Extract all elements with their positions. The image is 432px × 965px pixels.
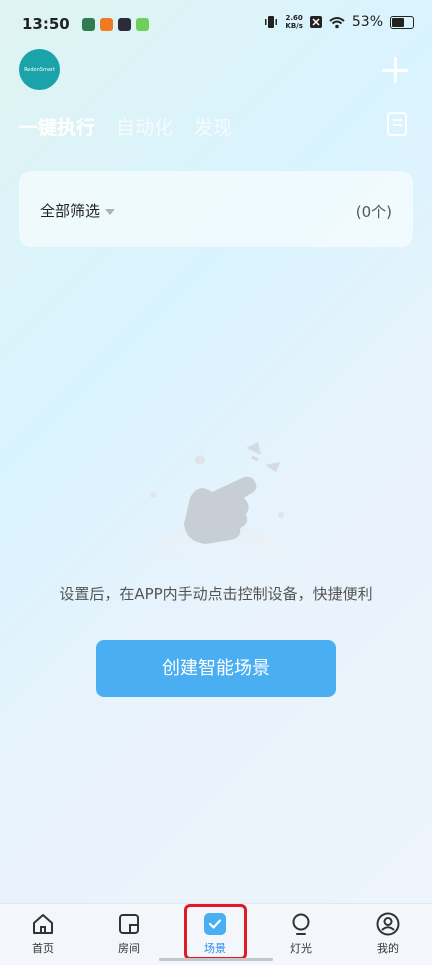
nav-profile-label: 我的	[377, 942, 399, 955]
battery-percent: 53%	[351, 14, 383, 30]
highlight-box	[184, 904, 247, 960]
log-document-icon[interactable]	[387, 112, 407, 136]
brand-logo[interactable]: RedonSmart	[19, 49, 60, 90]
tap-hand-illustration	[130, 442, 302, 565]
vibrate-icon	[265, 16, 278, 28]
nav-home[interactable]: 首页	[13, 912, 73, 956]
filter-card: 全部筛选 (0个)	[19, 171, 413, 247]
status-bar: 13:50 2.60 KB/s 53%	[0, 0, 432, 50]
filter-label: 全部筛选	[40, 202, 101, 220]
nav-light[interactable]: 灯光	[271, 912, 331, 956]
orange-app-icon	[100, 18, 113, 31]
leaf-app-icon	[82, 18, 95, 31]
create-scene-button[interactable]: 创建智能场景	[96, 640, 336, 697]
network-speed-unit: KB/s	[285, 22, 303, 30]
room-icon	[119, 914, 139, 934]
play-app-icon	[118, 18, 131, 31]
tab-automation[interactable]: 自动化	[116, 113, 173, 140]
bulb-icon	[292, 913, 310, 935]
status-time: 13:50	[22, 15, 70, 33]
x-app-icon	[309, 16, 322, 28]
empty-state-message: 设置后，在APP内手动点击控制设备，快捷便利	[59, 585, 373, 603]
add-button[interactable]	[382, 57, 408, 83]
network-speed: 2.60 KB/s	[285, 14, 302, 30]
filter-dropdown[interactable]: 全部筛选	[40, 200, 116, 221]
nav-room[interactable]: 房间	[99, 912, 159, 956]
brand-logo-text: RedonSmart	[24, 66, 55, 73]
scene-count: (0个)	[355, 203, 392, 221]
home-indicator[interactable]	[159, 958, 273, 961]
battery-fill	[392, 17, 404, 27]
caret-down-icon	[105, 208, 116, 215]
green-app-icon	[136, 18, 149, 31]
notification-icons	[82, 18, 149, 31]
wifi-icon	[329, 16, 345, 28]
scene-tabs: 一键执行 自动化 发现	[19, 113, 232, 140]
nav-light-label: 灯光	[290, 942, 312, 955]
nav-home-label: 首页	[32, 942, 54, 955]
nav-profile[interactable]: 我的	[358, 912, 418, 956]
tab-discover[interactable]: 发现	[194, 113, 232, 140]
status-right: 2.60 KB/s 53%	[264, 14, 414, 30]
network-speed-value: 2.60	[285, 14, 303, 22]
home-icon	[33, 914, 53, 934]
tab-one-click[interactable]: 一键执行	[19, 113, 95, 140]
battery-icon	[390, 15, 414, 29]
nav-room-label: 房间	[118, 942, 140, 955]
profile-icon	[376, 912, 400, 936]
